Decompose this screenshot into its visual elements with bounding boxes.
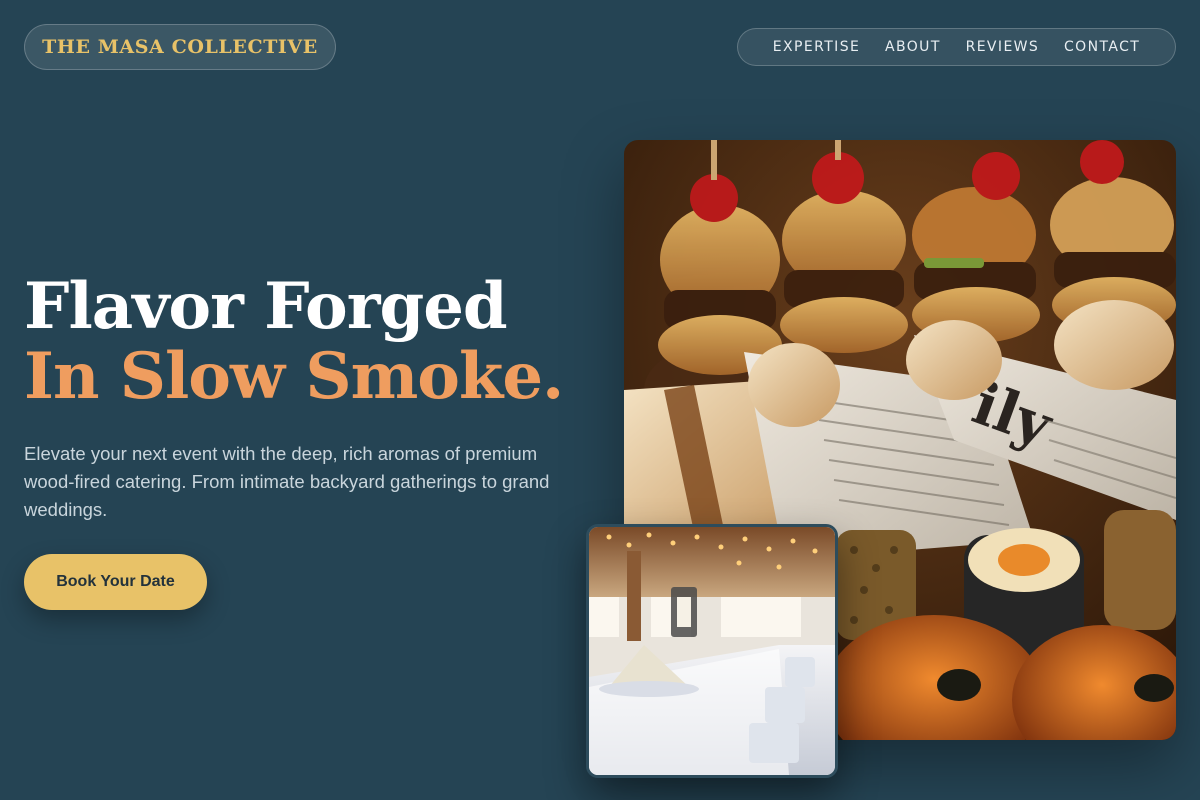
headline-line-2: In Slow Smoke. xyxy=(24,339,564,414)
brand-logo[interactable]: THE MASA COLLECTIVE xyxy=(24,24,336,70)
banquet-hall-image xyxy=(589,527,835,775)
nav-link-reviews[interactable]: REVIEWS xyxy=(966,39,1040,55)
main-nav: EXPERTISE ABOUT REVIEWS CONTACT xyxy=(737,28,1176,66)
landing-page: THE MASA COLLECTIVE EXPERTISE ABOUT REVI… xyxy=(0,0,1200,800)
book-your-date-button[interactable]: Book Your Date xyxy=(24,554,207,610)
hero-headline: Flavor Forged In Slow Smoke. xyxy=(24,269,564,414)
nav-link-about[interactable]: ABOUT xyxy=(885,39,941,55)
nav-link-contact[interactable]: CONTACT xyxy=(1064,39,1140,55)
hero-description: Elevate your next event with the deep, r… xyxy=(24,443,550,520)
headline-line-1: Flavor Forged xyxy=(24,269,508,344)
banquet-hall-photo xyxy=(586,524,838,778)
nav-link-expertise[interactable]: EXPERTISE xyxy=(773,39,860,55)
